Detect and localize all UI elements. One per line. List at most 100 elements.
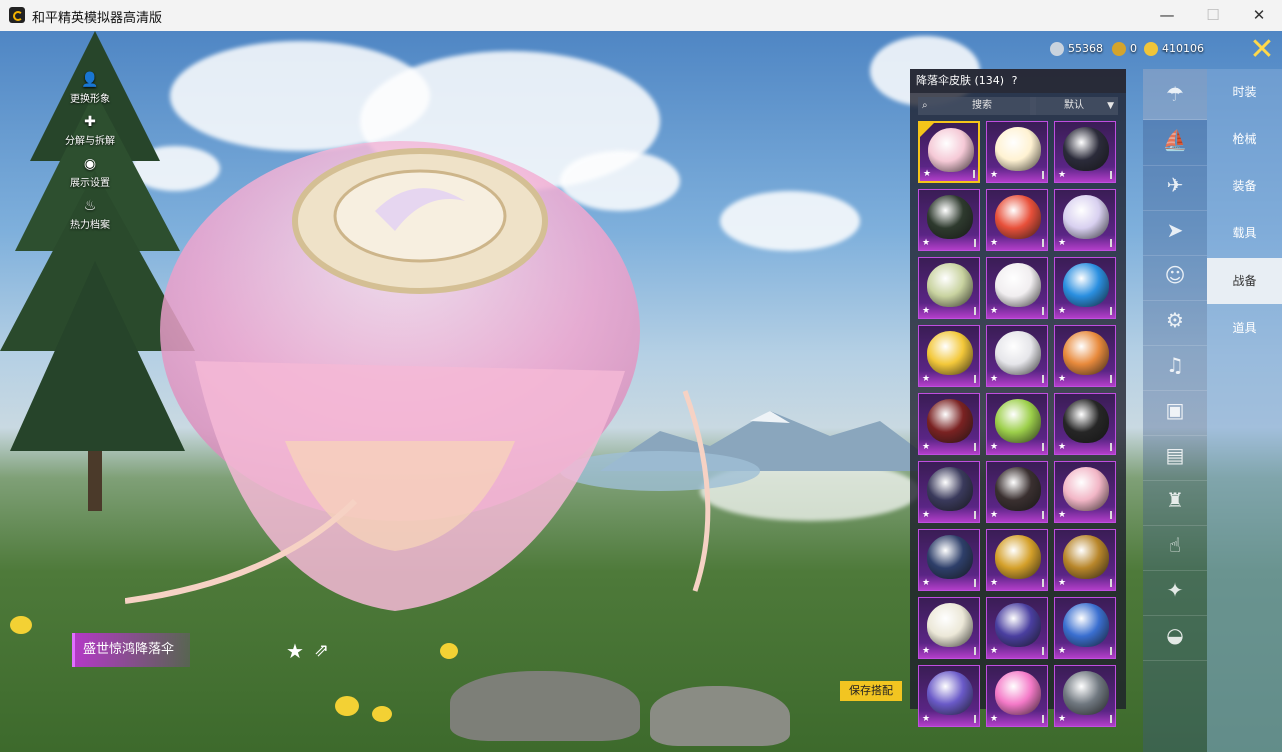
tile-marker [974, 511, 976, 519]
currency-gold-value: 410106 [1162, 42, 1204, 55]
parachute-thumbnail [995, 331, 1041, 375]
parachute-thumbnail [927, 535, 973, 579]
window-close-button[interactable]: ✕ [1236, 0, 1282, 31]
parachute-thumbnail [927, 603, 973, 647]
skin-tile[interactable]: ★ [1054, 529, 1116, 591]
tab-equipment[interactable]: 装备 [1207, 163, 1282, 209]
skin-tile[interactable]: ★ [986, 597, 1048, 659]
maximize-button[interactable]: ☐ [1190, 0, 1236, 31]
star-icon: ★ [923, 169, 932, 179]
skin-tile[interactable]: ★ [918, 665, 980, 727]
change-appearance-button[interactable]: 👤 更换形象 [58, 72, 122, 105]
parachute-thumbnail [995, 263, 1041, 307]
parachute-thumbnail [927, 467, 973, 511]
puzzle-icon: ✚ [84, 114, 96, 130]
skin-tile[interactable]: ★ [986, 121, 1048, 183]
heat-archive-button[interactable]: ♨ 热力档案 [58, 198, 122, 231]
tile-marker [1110, 647, 1112, 655]
sort-dropdown[interactable]: 默认 ▼ [1030, 97, 1118, 115]
star-icon: ★ [1058, 374, 1067, 384]
subcat-robot[interactable]: ⚙ [1143, 295, 1207, 346]
subcat-hand[interactable]: ☝ [1143, 520, 1207, 571]
skin-tile[interactable]: ★ [1054, 393, 1116, 455]
skin-tile[interactable]: ★ [986, 325, 1048, 387]
skin-tile[interactable]: ★ [918, 461, 980, 523]
subcat-voice[interactable]: ♫ [1143, 340, 1207, 391]
subcat-hat[interactable]: ◒ [1143, 610, 1207, 661]
skin-tile[interactable]: ★ [1054, 597, 1116, 659]
star-icon: ★ [922, 374, 931, 384]
skin-tile[interactable]: ★ [918, 121, 980, 183]
currency-medal[interactable]: 0 [1112, 40, 1137, 58]
tab-guns[interactable]: 枪械 [1207, 116, 1282, 162]
skin-tile[interactable]: ★ [1054, 665, 1116, 727]
skin-tile[interactable]: ★ [918, 325, 980, 387]
skin-tile[interactable]: ★ [986, 665, 1048, 727]
eye-icon: ◉ [83, 156, 97, 172]
currency-silver-value: 55368 [1068, 42, 1103, 55]
save-outfit-button[interactable]: 保存搭配 [840, 681, 902, 701]
subcat-emote[interactable]: ☺ [1143, 250, 1207, 301]
skin-tile[interactable]: ★ [1054, 189, 1116, 251]
skin-tile[interactable]: ★ [918, 597, 980, 659]
tab-vehicles[interactable]: 载具 [1207, 210, 1282, 256]
subcat-extinguisher[interactable]: ♜ [1143, 475, 1207, 526]
star-icon: ★ [922, 306, 931, 316]
parachute-thumbnail [927, 399, 973, 443]
star-icon: ★ [990, 510, 999, 520]
tile-marker [1042, 715, 1044, 723]
subcat-glider[interactable]: ⛵ [1143, 115, 1207, 166]
skin-tile[interactable]: ★ [918, 393, 980, 455]
tile-marker [974, 443, 976, 451]
dismantle-label: 分解与拆解 [65, 136, 115, 147]
skin-tile[interactable]: ★ [918, 529, 980, 591]
skin-tile[interactable]: ★ [918, 257, 980, 319]
skin-tile[interactable]: ★ [918, 189, 980, 251]
skin-tile[interactable]: ★ [1054, 257, 1116, 319]
skin-tile[interactable]: ★ [986, 189, 1048, 251]
skin-tile[interactable]: ★ [986, 461, 1048, 523]
subcat-plane[interactable]: ➤ [1143, 205, 1207, 256]
skin-list-panel: 降落伞皮肤 (134) ? ⌕ 搜索 默认 ▼ ★ ★ ★ ★ ★ ★ ★ ★ ★ ★ ★ ★ ★ ★ ★ ★… [910, 69, 1126, 727]
close-screen-button[interactable]: ✕ [1246, 34, 1278, 66]
dismantle-button[interactable]: ✚ 分解与拆解 [58, 114, 122, 147]
star-icon: ★ [1058, 578, 1067, 588]
skin-tile[interactable]: ★ [1054, 461, 1116, 523]
tab-battle-gear[interactable]: 战备 [1207, 258, 1282, 304]
silver-coin-icon [1050, 42, 1064, 56]
flower [440, 643, 458, 659]
tile-marker [1042, 239, 1044, 247]
parachute-thumbnail [1063, 331, 1109, 375]
currency-gold[interactable]: 410106 [1144, 40, 1204, 58]
parachute-thumbnail [1063, 603, 1109, 647]
subcat-parachute[interactable]: ☂ [1143, 69, 1207, 120]
extinguisher-icon: ♜ [1166, 488, 1184, 512]
parachute-thumbnail [927, 331, 973, 375]
flame-icon: ♨ [83, 198, 97, 214]
tab-items[interactable]: 道具 [1207, 305, 1282, 351]
skin-tile[interactable]: ★ [986, 529, 1048, 591]
parachute-thumbnail [1063, 671, 1109, 715]
subcat-picture[interactable]: ▤ [1143, 430, 1207, 481]
tile-marker [974, 375, 976, 383]
skin-tile[interactable]: ★ [1054, 121, 1116, 183]
tile-marker [1110, 715, 1112, 723]
subcat-card[interactable]: ▣ [1143, 385, 1207, 436]
parachute-thumbnail [1063, 399, 1109, 443]
share-button[interactable]: ⇗ [314, 640, 329, 661]
tile-marker [1042, 443, 1044, 451]
search-input[interactable]: ⌕ 搜索 [918, 97, 1036, 115]
currency-silver[interactable]: 55368 [1050, 40, 1103, 58]
skin-tile[interactable]: ★ [986, 257, 1048, 319]
skin-tile[interactable]: ★ [1054, 325, 1116, 387]
minimize-button[interactable]: — [1144, 0, 1190, 31]
display-settings-button[interactable]: ◉ 展示设置 [58, 156, 122, 189]
tab-fashion[interactable]: 时装 [1207, 69, 1282, 115]
subcat-wand[interactable]: ✦ [1143, 565, 1207, 616]
tile-marker [974, 307, 976, 315]
help-icon[interactable]: ? [1012, 74, 1018, 87]
tile-marker [1110, 579, 1112, 587]
subcat-drone[interactable]: ✈ [1143, 160, 1207, 211]
skin-tile[interactable]: ★ [986, 393, 1048, 455]
favorite-button[interactable]: ★ [286, 639, 304, 663]
